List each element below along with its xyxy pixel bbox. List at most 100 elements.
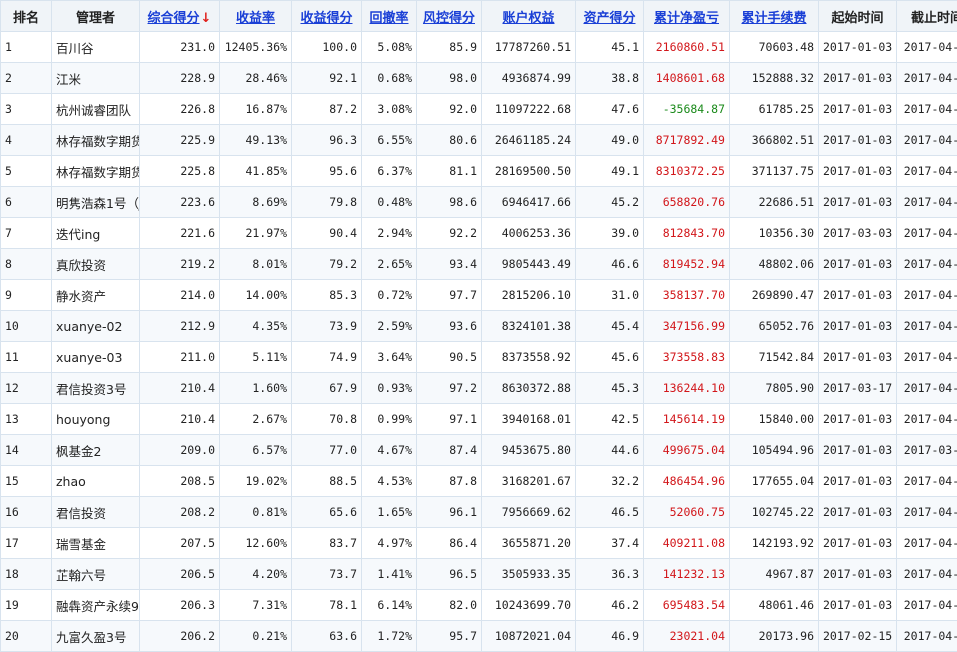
cum-fee-cell: 48802.06 [730,249,819,280]
start-date-cell: 2017-01-03 [819,528,897,559]
asset-score-sort-header[interactable]: 资产得分 [576,1,644,32]
start-date-cell: 2017-01-03 [819,590,897,621]
equity-cell: 3655871.20 [482,528,576,559]
drawdown-cell: 2.65% [362,249,417,280]
end-date-cell: 2017-03-27 [897,435,957,466]
equity-sort-header[interactable]: 账户权益 [482,1,576,32]
equity-cell: 2815206.10 [482,280,576,311]
return-score-header-label[interactable]: 收益得分 [300,11,352,26]
return-rate-cell: 1.60% [220,373,292,404]
cum-pnl-cell: 136244.10 [644,373,730,404]
manager-cell: 芷翰六号 [52,559,140,590]
manager-cell: 迭代ing [52,218,140,249]
table-row: 2江米228.928.46%92.10.68%98.04936874.9938.… [1,63,957,94]
drawdown-cell: 3.64% [362,342,417,373]
manager-cell: 百川谷 [52,32,140,63]
risk-score-cell: 86.4 [417,528,482,559]
rank-cell: 2 [1,63,52,94]
rank-cell: 20 [1,621,52,652]
return-score-cell: 85.3 [292,280,362,311]
table-row: 8真欣投资219.28.01%79.22.65%93.49805443.4946… [1,249,957,280]
asset-score-cell: 39.0 [576,218,644,249]
return-rate-cell: 41.85% [220,156,292,187]
table-row: 9静水资产214.014.00%85.30.72%97.72815206.103… [1,280,957,311]
equity-cell: 8324101.38 [482,311,576,342]
equity-cell: 3505933.35 [482,559,576,590]
drawdown-sort-header[interactable]: 回撤率 [362,1,417,32]
return-score-cell: 63.6 [292,621,362,652]
return-score-sort-header[interactable]: 收益得分 [292,1,362,32]
table-row: 10xuanye-02212.94.35%73.92.59%93.6832410… [1,311,957,342]
cum-fee-sort-header[interactable]: 累计手续费 [730,1,819,32]
equity-header-label[interactable]: 账户权益 [502,11,554,26]
asset-score-cell: 47.6 [576,94,644,125]
end-date-cell: 2017-04-13 [897,559,957,590]
asset-score-cell: 46.6 [576,249,644,280]
return-score-cell: 74.9 [292,342,362,373]
cum-fee-cell: 22686.51 [730,187,819,218]
end-date-cell: 2017-04-13 [897,218,957,249]
rank-cell: 3 [1,94,52,125]
start-date-cell: 2017-01-03 [819,559,897,590]
manager-cell: 融犇资产永续9( [52,590,140,621]
cum-pnl-cell: 819452.94 [644,249,730,280]
cum-fee-cell: 61785.25 [730,94,819,125]
risk-score-sort-header[interactable]: 风控得分 [417,1,482,32]
table-row: 3杭州诚睿团队226.816.87%87.23.08%92.011097222.… [1,94,957,125]
return-rate-sort-header[interactable]: 收益率 [220,1,292,32]
return-rate-header-label[interactable]: 收益率 [236,11,275,26]
equity-cell: 6946417.66 [482,187,576,218]
cum-fee-cell: 142193.92 [730,528,819,559]
cum-fee-cell: 102745.22 [730,497,819,528]
rank-cell: 14 [1,435,52,466]
table-row: 14枫基金2209.06.57%77.04.67%87.49453675.804… [1,435,957,466]
table-row: 17瑞雪基金207.512.60%83.74.97%86.43655871.20… [1,528,957,559]
rank-cell: 1 [1,32,52,63]
score-cell: 207.5 [140,528,220,559]
asset-score-cell: 38.8 [576,63,644,94]
score-header-label[interactable]: 综合得分 [148,11,200,26]
score-cell: 225.9 [140,125,220,156]
table-row: 6明隽浩森1号（J223.68.69%79.80.48%98.66946417.… [1,187,957,218]
rank-cell: 4 [1,125,52,156]
rank-cell: 10 [1,311,52,342]
score-cell: 210.4 [140,404,220,435]
asset-score-header-label[interactable]: 资产得分 [583,11,635,26]
equity-cell: 9453675.80 [482,435,576,466]
drawdown-cell: 4.53% [362,466,417,497]
rank-cell: 8 [1,249,52,280]
return-rate-cell: 0.21% [220,621,292,652]
cum-fee-cell: 7805.90 [730,373,819,404]
return-score-cell: 79.8 [292,187,362,218]
equity-cell: 7956669.62 [482,497,576,528]
end-date-cell: 2017-04-13 [897,187,957,218]
cum-pnl-header-label[interactable]: 累计净盈亏 [654,11,719,26]
table-body: 1百川谷231.012405.36%100.05.08%85.917787260… [1,32,957,652]
manager-header: 管理者 [52,1,140,32]
drawdown-cell: 1.41% [362,559,417,590]
score-cell: 211.0 [140,342,220,373]
risk-score-header-label[interactable]: 风控得分 [423,11,475,26]
table-row: 1百川谷231.012405.36%100.05.08%85.917787260… [1,32,957,63]
equity-cell: 8373558.92 [482,342,576,373]
return-score-cell: 67.9 [292,373,362,404]
asset-score-cell: 36.3 [576,559,644,590]
drawdown-cell: 1.72% [362,621,417,652]
cum-pnl-sort-header[interactable]: 累计净盈亏 [644,1,730,32]
cum-fee-header-label[interactable]: 累计手续费 [741,11,806,26]
manager-cell: 九富久盈3号 [52,621,140,652]
drawdown-header-label[interactable]: 回撤率 [369,11,408,26]
cum-fee-cell: 71542.84 [730,342,819,373]
asset-score-cell: 31.0 [576,280,644,311]
return-score-cell: 90.4 [292,218,362,249]
risk-score-cell: 81.1 [417,156,482,187]
start-date-cell: 2017-01-03 [819,249,897,280]
end-date-cell: 2017-04-13 [897,125,957,156]
cum-pnl-cell: 358137.70 [644,280,730,311]
equity-cell: 3168201.67 [482,466,576,497]
start-date-cell: 2017-01-03 [819,32,897,63]
table-row: 19融犇资产永续9(206.37.31%78.16.14%82.01024369… [1,590,957,621]
return-rate-cell: 7.31% [220,590,292,621]
table-row: 20九富久盈3号206.20.21%63.61.72%95.710872021.… [1,621,957,652]
score-sort-header[interactable]: 综合得分↓ [140,1,220,32]
